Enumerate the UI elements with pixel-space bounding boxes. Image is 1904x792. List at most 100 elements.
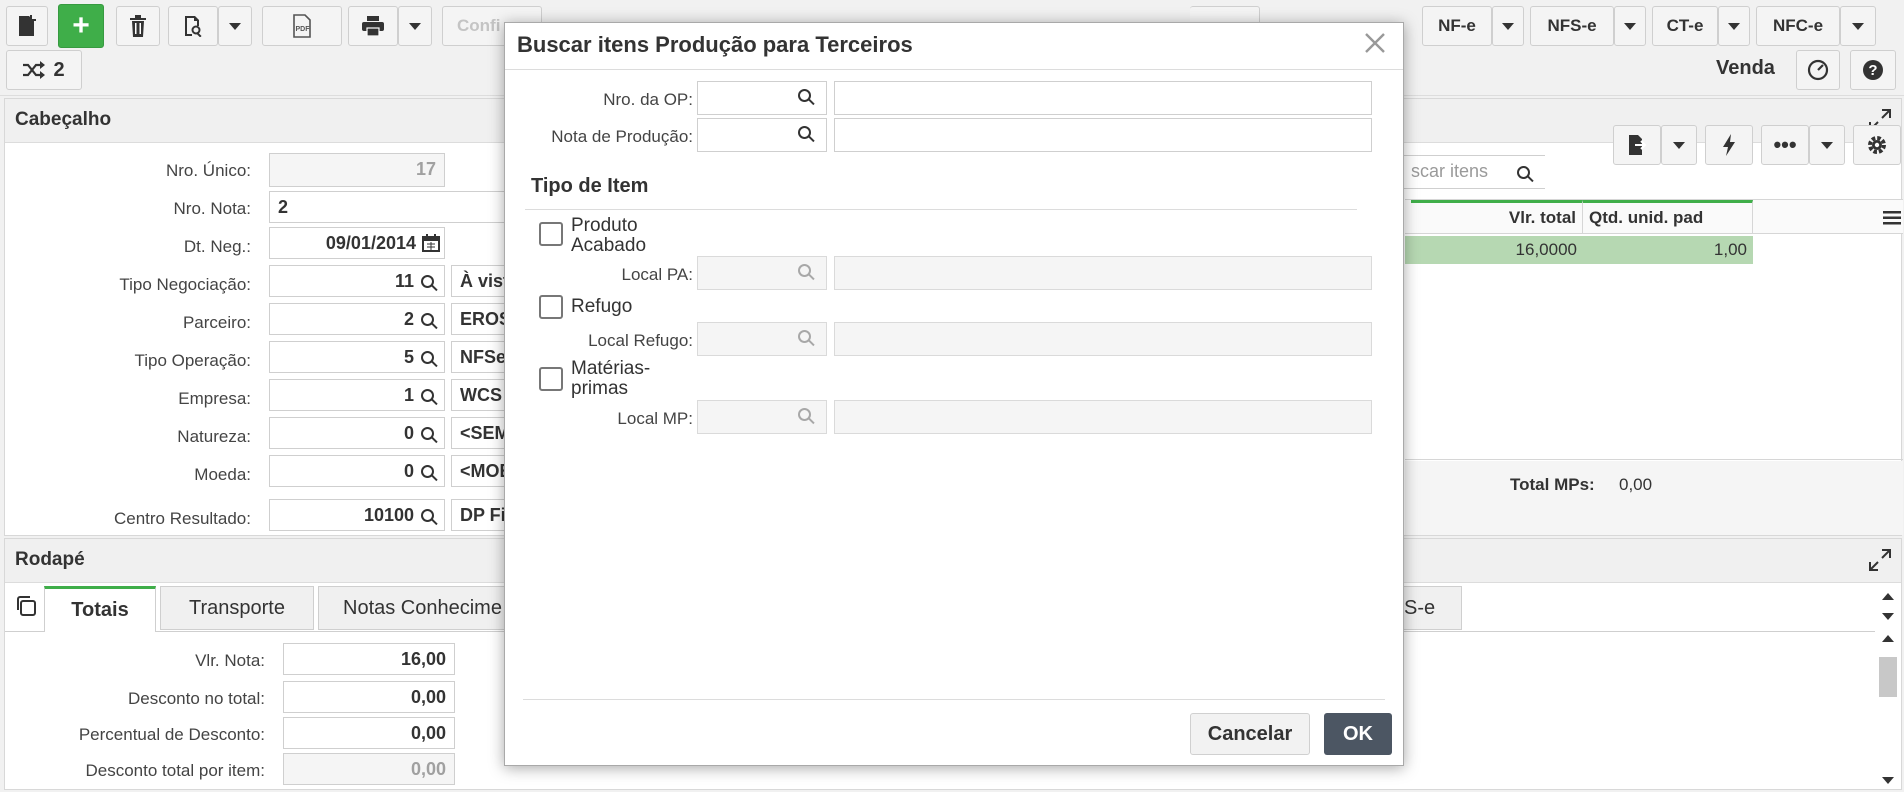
expand-icon[interactable] xyxy=(1869,549,1891,571)
totals-strip xyxy=(1405,461,1903,535)
ok-button[interactable]: OK xyxy=(1324,713,1392,755)
produto-acabado-line1: Produto xyxy=(571,215,638,236)
nfe-dropdown-button[interactable] xyxy=(1492,6,1524,46)
col-qtd[interactable]: Qtd. unid. pad xyxy=(1583,200,1753,234)
centro-resultado-desc: DP Fi xyxy=(451,499,509,531)
refugo-checkbox[interactable] xyxy=(539,295,563,319)
search-icon[interactable] xyxy=(421,427,434,440)
nfse-dropdown-button[interactable] xyxy=(1614,6,1646,46)
nfce-button[interactable]: NFC-e xyxy=(1756,6,1840,46)
tipo-operacao-code[interactable]: 5 xyxy=(269,341,445,373)
search-icon[interactable] xyxy=(421,275,434,288)
more-dropdown-button[interactable] xyxy=(1809,125,1845,165)
nfse-button[interactable]: NFS-e xyxy=(1530,6,1614,46)
export-button[interactable] xyxy=(1613,125,1661,165)
moeda-value: 0 xyxy=(403,461,414,481)
centro-resultado-value: 10100 xyxy=(363,505,414,525)
percentual-desconto-field[interactable]: 0,00 xyxy=(283,717,455,749)
vlr-nota-field[interactable]: 16,00 xyxy=(283,643,455,675)
tipo-item-heading: Tipo de Item xyxy=(531,175,649,197)
nota-producao-desc-input[interactable] xyxy=(834,118,1372,152)
empresa-value: 1 xyxy=(403,385,414,405)
search-icon[interactable] xyxy=(421,389,434,402)
moeda-label: Moeda: xyxy=(194,465,251,484)
copy-icon[interactable] xyxy=(15,595,37,617)
materias-primas-line2: primas xyxy=(571,378,629,399)
nro-nota-field[interactable]: 2 xyxy=(269,191,509,223)
close-icon[interactable] xyxy=(1364,32,1386,54)
dashboard-button[interactable] xyxy=(1796,50,1840,90)
chevron-down-icon xyxy=(1882,777,1894,784)
natureza-code[interactable]: 0 xyxy=(269,417,445,449)
lightning-button[interactable] xyxy=(1705,125,1753,165)
search-document-button[interactable] xyxy=(168,6,218,46)
search-icon[interactable] xyxy=(798,89,811,102)
tipo-negociacao-code[interactable]: 11 xyxy=(269,265,445,297)
natureza-value: 0 xyxy=(403,423,414,443)
nfe-label: NF-e xyxy=(1438,16,1476,35)
search-icon[interactable] xyxy=(421,509,434,522)
cte-dropdown-button[interactable] xyxy=(1718,6,1750,46)
more-button[interactable]: ••• xyxy=(1761,125,1809,165)
centro-resultado-label: Centro Resultado: xyxy=(113,509,251,528)
pdf-button[interactable]: PDF xyxy=(262,6,342,46)
chevron-down-icon xyxy=(1852,22,1864,30)
parceiro-value: 2 xyxy=(403,309,414,329)
search-dropdown-button[interactable] xyxy=(218,6,252,46)
search-icon[interactable] xyxy=(798,126,811,139)
chevron-down-icon xyxy=(1728,22,1740,30)
desconto-item-field: 0,00 xyxy=(283,753,455,785)
help-button[interactable]: ? xyxy=(1850,50,1896,90)
trash-icon xyxy=(130,15,146,37)
search-icon[interactable] xyxy=(421,465,434,478)
print-dropdown-button[interactable] xyxy=(398,6,432,46)
scroll-thumb[interactable] xyxy=(1879,657,1897,697)
app-window: + PDF Confi NF-e NFS-e CT-e NFC-e 2 Vend… xyxy=(0,0,1904,792)
desconto-total-field[interactable]: 0,00 xyxy=(283,681,455,713)
cte-label: CT-e xyxy=(1666,16,1704,35)
shuffle-button[interactable]: 2 xyxy=(6,50,82,90)
col-vlr-total[interactable]: Vlr. total xyxy=(1411,200,1583,234)
nfe-button[interactable]: NF-e xyxy=(1422,6,1492,46)
search-icon[interactable] xyxy=(421,313,434,326)
cte-button[interactable]: CT-e xyxy=(1652,6,1718,46)
empresa-label: Empresa: xyxy=(178,389,251,408)
materias-primas-label[interactable]: Matérias- primas xyxy=(571,359,650,399)
tab-nfse[interactable]: S-e xyxy=(1396,586,1462,630)
new-document-button[interactable] xyxy=(6,6,48,46)
delete-button[interactable] xyxy=(116,6,160,46)
empresa-code[interactable]: 1 xyxy=(269,379,445,411)
produto-acabado-checkbox[interactable] xyxy=(539,222,563,246)
cancel-button[interactable]: Cancelar xyxy=(1190,713,1310,755)
materias-primas-checkbox[interactable] xyxy=(539,367,563,391)
print-button[interactable] xyxy=(348,6,398,46)
shuffle-count: 2 xyxy=(53,58,65,81)
chevron-down-icon xyxy=(229,22,241,30)
calendar-icon[interactable] xyxy=(422,234,440,252)
nro-nota-label: Nro. Nota: xyxy=(173,199,251,218)
refugo-label[interactable]: Refugo xyxy=(571,297,632,317)
nro-op-desc-input[interactable] xyxy=(834,81,1372,115)
chevron-down-icon xyxy=(1502,22,1514,30)
column-menu-icon[interactable] xyxy=(1883,210,1901,226)
local-mp-label: Local MP: xyxy=(617,409,693,428)
search-icon[interactable] xyxy=(421,351,434,364)
tab-notas-conhecimento[interactable]: Notas Conhecime xyxy=(318,586,508,630)
add-button[interactable]: + xyxy=(58,4,104,48)
produto-acabado-label[interactable]: Produto Acabado xyxy=(571,216,646,256)
tipo-negociacao-desc: À vist xyxy=(451,265,509,297)
search-icon[interactable] xyxy=(1517,166,1530,179)
tab-totais[interactable]: Totais xyxy=(44,586,156,632)
centro-resultado-code[interactable]: 10100 xyxy=(269,499,445,531)
chevron-down-icon xyxy=(409,22,421,30)
nfse-label: NFS-e xyxy=(1547,16,1597,35)
dt-neg-field[interactable]: 09/01/2014 xyxy=(269,227,445,259)
nfce-dropdown-button[interactable] xyxy=(1840,6,1876,46)
moeda-code[interactable]: 0 xyxy=(269,455,445,487)
export-dropdown-button[interactable] xyxy=(1661,125,1697,165)
footer-scrollbar[interactable] xyxy=(1877,587,1899,789)
parceiro-code[interactable]: 2 xyxy=(269,303,445,335)
settings-button[interactable] xyxy=(1853,125,1901,165)
tab-transporte[interactable]: Transporte xyxy=(160,586,314,630)
local-refugo-label: Local Refugo: xyxy=(588,331,693,350)
